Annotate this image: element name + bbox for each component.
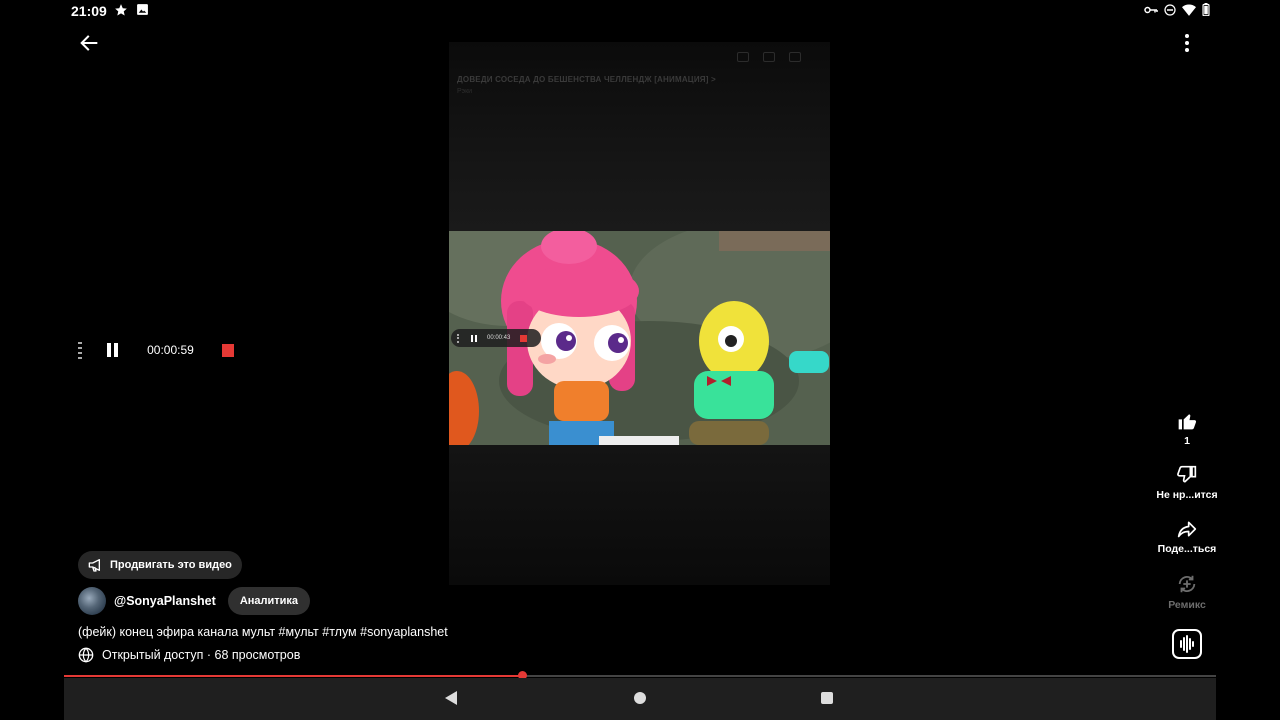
- dislike-label: Не нр...ится: [1156, 489, 1218, 501]
- like-button[interactable]: 1: [1147, 411, 1227, 447]
- key-icon: [1144, 6, 1158, 13]
- video-ghost-subtitle: Рэки: [457, 88, 473, 95]
- battery-icon: [1202, 3, 1210, 16]
- status-right-icons: [1144, 3, 1210, 16]
- wifi-icon: [1182, 3, 1196, 16]
- analytics-button[interactable]: Аналитика: [227, 587, 311, 615]
- like-count: 1: [1184, 435, 1190, 447]
- pause-icon[interactable]: [106, 343, 119, 357]
- remix-label: Ремикс: [1168, 599, 1206, 611]
- more-vertical-icon[interactable]: [1178, 32, 1196, 54]
- mini-recorder-overlay: 00:00:43: [451, 329, 541, 347]
- do-not-disturb-icon: [1164, 3, 1176, 16]
- promote-video-button[interactable]: Продвигать это видео: [78, 551, 242, 579]
- globe-icon: [78, 647, 94, 663]
- drag-handle-icon[interactable]: [78, 341, 82, 359]
- visibility-meta: Открытый доступ · 68 просмотров: [102, 648, 301, 662]
- cast-icon: [737, 52, 749, 62]
- star-icon: [115, 4, 127, 16]
- channel-name[interactable]: @SonyaPlanshet: [114, 594, 216, 608]
- nav-home-icon[interactable]: [634, 692, 646, 704]
- video-description[interactable]: (фейк) конец эфира канала мульт #мульт #…: [78, 625, 448, 639]
- mini-recorder-time: 00:00:43: [487, 335, 511, 341]
- recorder-time: 00:00:59: [147, 343, 194, 357]
- share-label: Поде...ться: [1157, 543, 1217, 555]
- image-icon: [137, 4, 148, 15]
- captions-icon: [763, 52, 775, 62]
- status-left-icons: [114, 3, 149, 17]
- share-arrow-icon: [1177, 521, 1197, 538]
- screen-recorder-widget: 00:00:59: [74, 338, 234, 362]
- video-ghost-title: ДОВЕДИ СОСЕДА ДО БЕШЕНСТВА ЧЕЛЛЕНДЖ [АНИ…: [457, 75, 716, 84]
- video-top-area: [449, 42, 830, 232]
- progress-fill: [64, 675, 522, 677]
- status-time: 21:09: [71, 3, 107, 19]
- avatar[interactable]: [78, 587, 106, 615]
- dislike-button[interactable]: Не нр...ится: [1147, 465, 1227, 501]
- stop-icon[interactable]: [221, 343, 234, 357]
- video-ghost-icons: [737, 52, 801, 62]
- settings-icon: [789, 52, 801, 62]
- thumb-down-icon: [1177, 465, 1197, 483]
- nav-back-icon[interactable]: [445, 691, 457, 705]
- mini-stop-icon: [520, 334, 528, 342]
- share-button[interactable]: Поде...ться: [1147, 519, 1227, 555]
- mini-pause-icon: [471, 334, 477, 342]
- audio-waveform-icon: [1180, 635, 1194, 653]
- nav-recents-icon[interactable]: [821, 692, 833, 704]
- promote-label: Продвигать это видео: [110, 559, 232, 571]
- mini-drag-handle-icon: [457, 333, 461, 343]
- remix-button[interactable]: Ремикс: [1147, 573, 1227, 611]
- arrow-left-icon[interactable]: [78, 32, 100, 54]
- channel-row: @SonyaPlanshet Аналитика: [78, 587, 311, 615]
- remix-icon: [1178, 575, 1196, 593]
- sound-button[interactable]: [1172, 629, 1202, 659]
- video-bottom-area: [449, 445, 830, 585]
- megaphone-icon: [88, 559, 100, 572]
- video-meta: Открытый доступ · 68 просмотров: [78, 647, 300, 663]
- thumb-up-icon: [1178, 414, 1197, 430]
